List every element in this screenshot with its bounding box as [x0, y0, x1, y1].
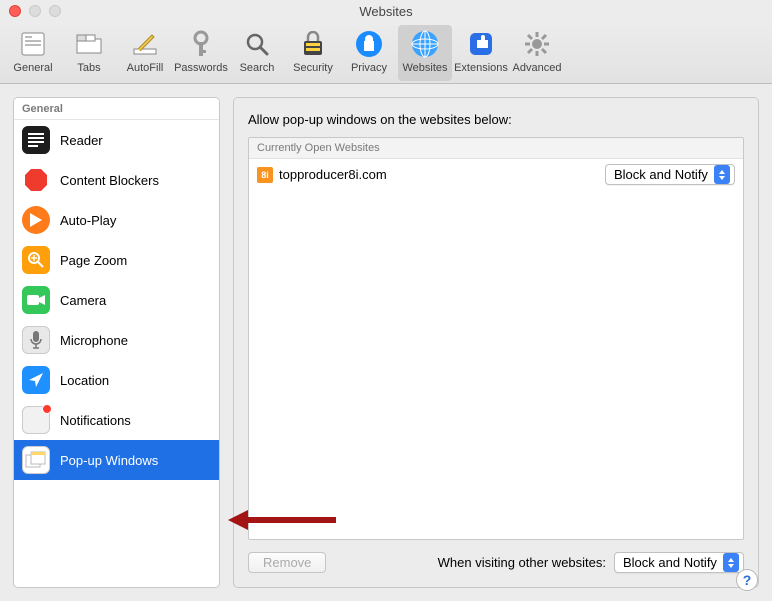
- dropdown-value: Block and Notify: [623, 555, 717, 570]
- advanced-icon: [521, 28, 553, 60]
- sidebar-item-label: Auto-Play: [60, 213, 116, 228]
- site-action-dropdown[interactable]: Block and Notify: [605, 164, 735, 185]
- sidebar-item-label: Page Zoom: [60, 253, 127, 268]
- site-row[interactable]: 8i topproducer8i.com Block and Notify: [249, 159, 743, 190]
- search-icon: [241, 28, 273, 60]
- location-icon: [22, 366, 50, 394]
- toolbar-tab-passwords[interactable]: Passwords: [174, 25, 228, 81]
- dropdown-arrows-icon: [714, 165, 730, 184]
- extensions-icon: [465, 28, 497, 60]
- sidebar-item-location[interactable]: Location: [14, 360, 219, 400]
- sidebar-item-camera[interactable]: Camera: [14, 280, 219, 320]
- toolbar-label: Passwords: [174, 62, 228, 74]
- sidebar-item-label: Microphone: [60, 333, 128, 348]
- help-button[interactable]: ?: [736, 569, 758, 591]
- site-domain: topproducer8i.com: [279, 167, 599, 182]
- toolbar-tab-security[interactable]: Security: [286, 25, 340, 81]
- footer-label: When visiting other websites:: [438, 555, 606, 570]
- preferences-window: Websites General Tabs AutoFill Pass: [0, 0, 772, 601]
- dropdown-value: Block and Notify: [614, 167, 708, 182]
- security-icon: [297, 28, 329, 60]
- default-action-dropdown[interactable]: Block and Notify: [614, 552, 744, 573]
- content-blockers-icon: [22, 166, 50, 194]
- toolbar-tab-advanced[interactable]: Advanced: [510, 25, 564, 81]
- sidebar-item-label: Camera: [60, 293, 106, 308]
- main-panel: Allow pop-up windows on the websites bel…: [233, 97, 759, 588]
- toolbar-label: Extensions: [454, 62, 508, 74]
- site-list: Currently Open Websites 8i topproducer8i…: [248, 137, 744, 540]
- passwords-icon: [185, 28, 217, 60]
- sidebar-item-reader[interactable]: Reader: [14, 120, 219, 160]
- minimize-window-button[interactable]: [29, 5, 41, 17]
- site-favicon-icon: 8i: [257, 167, 273, 183]
- auto-play-icon: [22, 206, 50, 234]
- toolbar-tab-tabs[interactable]: Tabs: [62, 25, 116, 81]
- dropdown-arrows-icon: [723, 553, 739, 572]
- toolbar-label: Privacy: [351, 62, 387, 74]
- zoom-window-button[interactable]: [49, 5, 61, 17]
- sidebar-item-label: Location: [60, 373, 109, 388]
- tabs-icon: [73, 28, 105, 60]
- camera-icon: [22, 286, 50, 314]
- sidebar-item-page-zoom[interactable]: Page Zoom: [14, 240, 219, 280]
- traffic-lights: [9, 5, 61, 17]
- sidebar-section-header: General: [14, 98, 219, 120]
- sidebar-item-notifications[interactable]: Notifications: [14, 400, 219, 440]
- page-zoom-icon: [22, 246, 50, 274]
- toolbar-label: Advanced: [513, 62, 562, 74]
- window-title: Websites: [359, 4, 412, 19]
- sidebar-item-content-blockers[interactable]: Content Blockers: [14, 160, 219, 200]
- settings-sidebar: General Reader Content Blockers: [13, 97, 220, 588]
- site-list-header: Currently Open Websites: [249, 138, 743, 159]
- panel-footer: Remove When visiting other websites: Blo…: [248, 552, 744, 573]
- titlebar: Websites: [0, 0, 772, 22]
- toolbar-tab-autofill[interactable]: AutoFill: [118, 25, 172, 81]
- sidebar-item-label: Reader: [60, 133, 103, 148]
- toolbar-label: Search: [240, 62, 275, 74]
- toolbar-tab-extensions[interactable]: Extensions: [454, 25, 508, 81]
- websites-icon: [409, 28, 441, 60]
- toolbar-tab-privacy[interactable]: Privacy: [342, 25, 396, 81]
- toolbar-label: Security: [293, 62, 333, 74]
- toolbar-label: Websites: [402, 62, 447, 74]
- sidebar-item-popup-windows[interactable]: Pop-up Windows: [14, 440, 219, 480]
- general-icon: [17, 28, 49, 60]
- microphone-icon: [22, 326, 50, 354]
- notifications-icon: [22, 406, 50, 434]
- remove-button[interactable]: Remove: [248, 552, 326, 573]
- sidebar-item-microphone[interactable]: Microphone: [14, 320, 219, 360]
- toolbar-tab-general[interactable]: General: [6, 25, 60, 81]
- content-area: General Reader Content Blockers: [0, 84, 772, 601]
- reader-icon: [22, 126, 50, 154]
- toolbar-tab-search[interactable]: Search: [230, 25, 284, 81]
- toolbar-label: AutoFill: [127, 62, 164, 74]
- close-window-button[interactable]: [9, 5, 21, 17]
- main-heading: Allow pop-up windows on the websites bel…: [248, 112, 744, 127]
- privacy-icon: [353, 28, 385, 60]
- sidebar-list: Reader Content Blockers Auto-Play: [14, 120, 219, 587]
- toolbar-label: Tabs: [77, 62, 100, 74]
- toolbar-label: General: [13, 62, 52, 74]
- preferences-toolbar: General Tabs AutoFill Passwords Search: [0, 22, 772, 84]
- autofill-icon: [129, 28, 161, 60]
- sidebar-item-auto-play[interactable]: Auto-Play: [14, 200, 219, 240]
- sidebar-item-label: Notifications: [60, 413, 131, 428]
- sidebar-item-label: Pop-up Windows: [60, 453, 158, 468]
- toolbar-tab-websites[interactable]: Websites: [398, 25, 452, 81]
- popup-windows-icon: [22, 446, 50, 474]
- sidebar-item-label: Content Blockers: [60, 173, 159, 188]
